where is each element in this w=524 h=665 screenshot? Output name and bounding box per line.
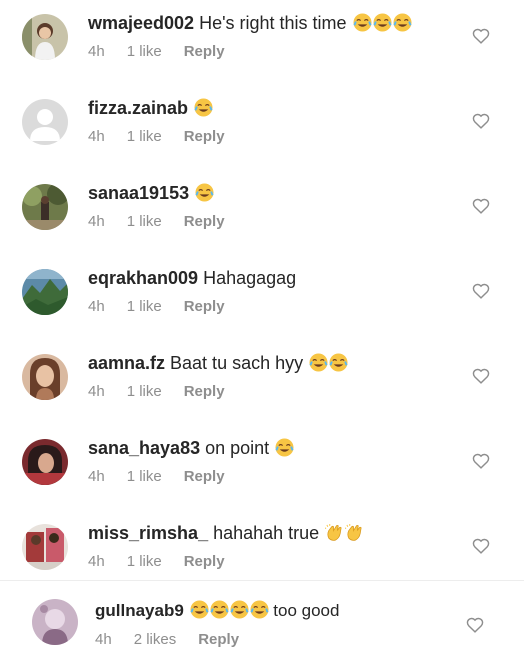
comment-body: [184, 601, 189, 620]
comment-time: 4h: [88, 468, 105, 485]
laughing-emoji: [347, 13, 412, 33]
comment-username[interactable]: aamna.fz: [88, 353, 165, 373]
avatar[interactable]: [22, 14, 68, 60]
comment-text: sanaa19153: [88, 182, 214, 204]
heart-outline-icon[interactable]: [472, 368, 490, 384]
heart-outline-icon[interactable]: [472, 113, 490, 129]
reply-button[interactable]: Reply: [184, 128, 225, 146]
avatar[interactable]: [22, 439, 68, 485]
laughing-emoji: [194, 183, 214, 203]
reply-button[interactable]: Reply: [184, 468, 225, 486]
comment-meta: 4h 1 like Reply: [88, 128, 225, 146]
avatar[interactable]: [22, 184, 68, 230]
comment-body: hahahah true: [208, 523, 325, 543]
comment-time: 4h: [88, 43, 105, 60]
avatar[interactable]: [32, 599, 78, 645]
comment-username[interactable]: gullnayab9: [95, 601, 184, 620]
scroll-divider: [0, 580, 524, 581]
comment-row: sanaa19153 4h 1 like Reply: [0, 170, 524, 250]
comment-meta: 4h 2 likes Reply: [95, 631, 239, 649]
comment-username[interactable]: miss_rimsha_: [88, 523, 208, 543]
heart-outline-icon[interactable]: [472, 538, 490, 554]
avatar[interactable]: [22, 524, 68, 570]
reply-button[interactable]: Reply: [198, 631, 239, 649]
laughing-emoji: [189, 600, 274, 620]
comment-text: fizza.zainab: [88, 97, 213, 119]
comment-time: 4h: [88, 383, 105, 400]
reply-button[interactable]: Reply: [184, 553, 225, 571]
comment-meta: 4h 1 like Reply: [88, 43, 225, 61]
comment-row: wmajeed002 He's right this time 4h 1 like…: [0, 0, 524, 80]
comment-time: 4h: [95, 631, 112, 648]
heart-outline-icon[interactable]: [472, 283, 490, 299]
comment-body: He's right this time: [194, 13, 347, 33]
comment-text: aamna.fz Baat tu sach hyy: [88, 352, 348, 374]
comment-row: fizza.zainab 4h 1 like Reply: [0, 85, 524, 165]
heart-outline-icon[interactable]: [466, 617, 484, 633]
comment-row: eqrakhan009 Hahagagag 4h 1 like Reply: [0, 255, 524, 335]
avatar[interactable]: [22, 354, 68, 400]
like-count[interactable]: 1 like: [127, 43, 162, 61]
comment-meta: 4h 1 like Reply: [88, 298, 225, 316]
like-count[interactable]: 1 like: [127, 128, 162, 146]
heart-outline-icon[interactable]: [472, 28, 490, 44]
comment-body: Baat tu sach hyy: [165, 353, 304, 373]
clapping-hands-emoji: [324, 523, 364, 543]
like-count[interactable]: 1 like: [127, 383, 162, 401]
comment-meta: 4h 1 like Reply: [88, 213, 225, 231]
comment-text: wmajeed002 He's right this time: [88, 12, 412, 34]
heart-outline-icon[interactable]: [472, 453, 490, 469]
reply-button[interactable]: Reply: [184, 43, 225, 61]
comment-time: 4h: [88, 128, 105, 145]
comment-body: Hahagagag: [198, 268, 297, 288]
comment-username[interactable]: wmajeed002: [88, 13, 194, 33]
comment-username[interactable]: sana_haya83: [88, 438, 200, 458]
laughing-emoji: [269, 438, 294, 458]
avatar[interactable]: [22, 269, 68, 315]
like-count[interactable]: 1 like: [127, 468, 162, 486]
comment-body-suffix: too good: [273, 601, 340, 620]
comment-meta: 4h 1 like Reply: [88, 553, 225, 571]
comment-time: 4h: [88, 213, 105, 230]
reply-button[interactable]: Reply: [184, 213, 225, 231]
like-count[interactable]: 2 likes: [134, 631, 177, 649]
comment-text: eqrakhan009 Hahagagag: [88, 267, 296, 289]
laughing-emoji: [193, 98, 213, 118]
reply-button[interactable]: Reply: [184, 298, 225, 316]
comment-username[interactable]: fizza.zainab: [88, 98, 188, 118]
comment-text: sana_haya83 on point: [88, 437, 294, 459]
reply-button[interactable]: Reply: [184, 383, 225, 401]
comment-time: 4h: [88, 298, 105, 315]
comment-row: miss_rimsha_ hahahah true 4h 1 like Reply: [0, 510, 524, 590]
comment-meta: 4h 1 like Reply: [88, 383, 225, 401]
comment-text: miss_rimsha_ hahahah true: [88, 522, 364, 544]
like-count[interactable]: 1 like: [127, 213, 162, 231]
heart-outline-icon[interactable]: [472, 198, 490, 214]
like-count[interactable]: 1 like: [127, 298, 162, 316]
laughing-emoji: [303, 353, 348, 373]
comment-username[interactable]: sanaa19153: [88, 183, 189, 203]
comment-username[interactable]: eqrakhan009: [88, 268, 198, 288]
comment-row: sana_haya83 on point 4h 1 like Reply: [0, 425, 524, 505]
comment-body: on point: [200, 438, 270, 458]
comment-meta: 4h 1 like Reply: [88, 468, 225, 486]
comment-row: gullnayab9 too good 4h 2 likes Reply: [0, 585, 524, 665]
like-count[interactable]: 1 like: [127, 553, 162, 571]
comment-text: gullnayab9 too good: [95, 600, 339, 622]
avatar[interactable]: [22, 99, 68, 145]
comment-row: aamna.fz Baat tu sach hyy 4h 1 like Reply: [0, 340, 524, 420]
comment-time: 4h: [88, 553, 105, 570]
